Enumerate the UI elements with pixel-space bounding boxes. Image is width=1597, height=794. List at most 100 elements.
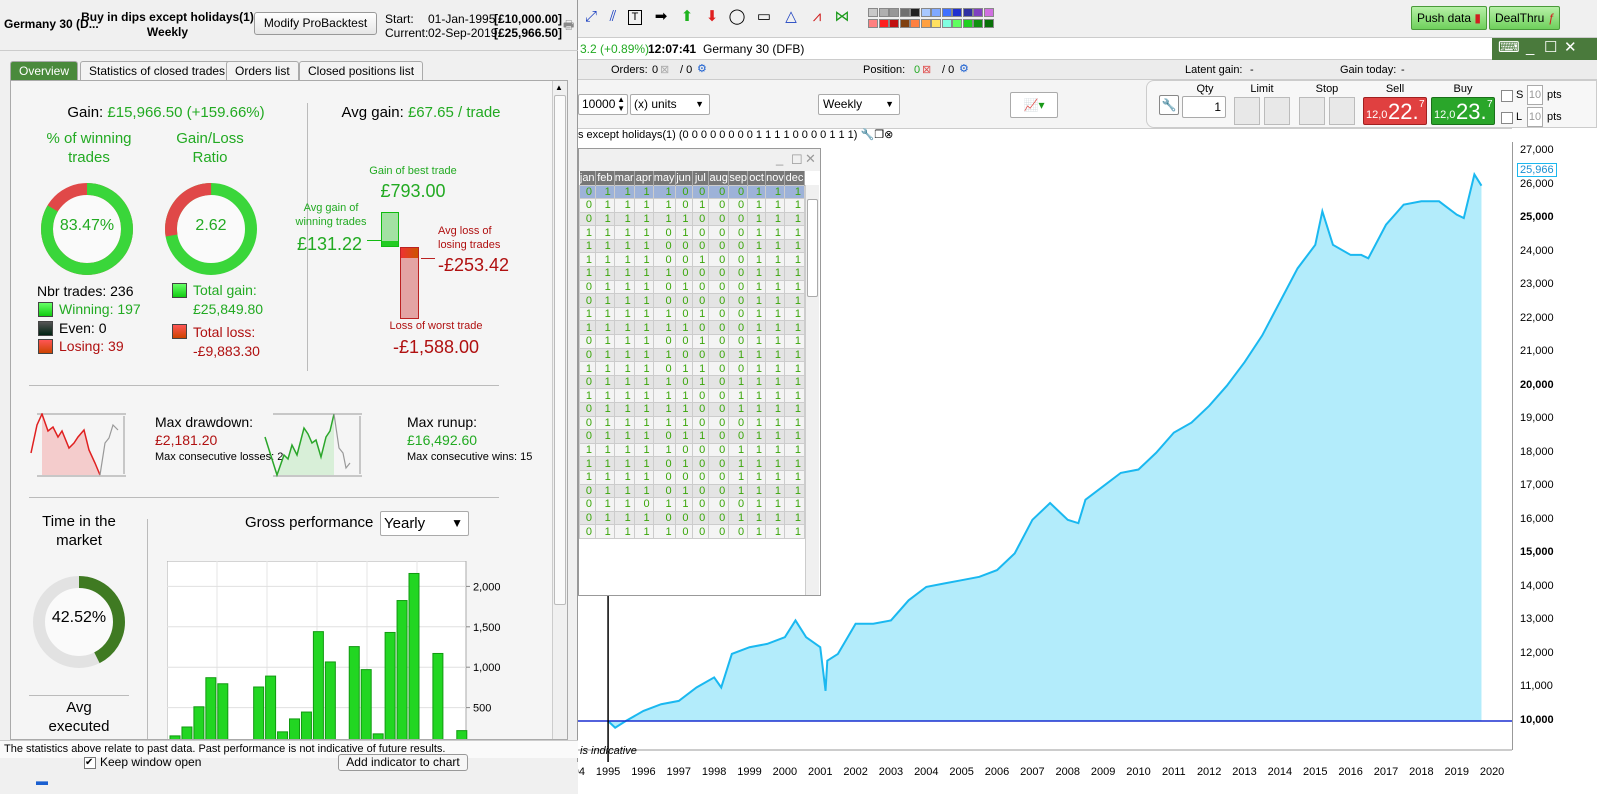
- keep-window-open-checkbox[interactable]: ✔: [84, 757, 96, 769]
- column-header[interactable]: oct: [747, 171, 767, 185]
- table-row[interactable]: 111101100111: [579, 361, 805, 376]
- stop-checkbox[interactable]: [1501, 90, 1513, 102]
- close-position-icon[interactable]: ⊠: [922, 63, 931, 76]
- color-swatch[interactable]: [868, 19, 878, 28]
- table-row[interactable]: 111101000111: [579, 225, 805, 240]
- dealthru-button[interactable]: DealThru ƒ: [1489, 6, 1561, 30]
- color-swatch[interactable]: [931, 8, 941, 17]
- table-row[interactable]: 011100001111: [579, 510, 805, 526]
- column-header[interactable]: sep: [728, 171, 749, 185]
- table-row[interactable]: 111110000111: [579, 266, 805, 281]
- maximize-icon[interactable]: ☐: [1544, 38, 1557, 58]
- color-swatch[interactable]: [962, 19, 973, 28]
- gann-fan-icon[interactable]: ⋈: [833, 8, 851, 26]
- table-row[interactable]: 111111000111: [579, 320, 805, 336]
- minimize-icon[interactable]: _: [1526, 38, 1534, 58]
- stop-buy-button[interactable]: [1299, 97, 1325, 125]
- table-row[interactable]: 011101100111: [579, 429, 805, 444]
- table-row[interactable]: 011100100111: [579, 334, 805, 349]
- column-header[interactable]: jun: [675, 171, 693, 185]
- limit-buy-button[interactable]: [1234, 97, 1260, 125]
- table-row[interactable]: 011011000111: [579, 497, 805, 512]
- color-swatch[interactable]: [920, 8, 931, 17]
- settings-wrench-icon[interactable]: 🔧: [861, 129, 875, 141]
- table-scrollbar[interactable]: [805, 185, 819, 595]
- table-row[interactable]: 011101000111: [579, 279, 805, 295]
- color-swatch[interactable]: [952, 19, 962, 28]
- color-swatch[interactable]: [952, 8, 962, 17]
- table-row[interactable]: 111111001111: [579, 388, 805, 403]
- parallel-lines-icon[interactable]: ⫽: [604, 8, 622, 26]
- scroll-up-icon[interactable]: ▲: [555, 83, 563, 92]
- color-swatch[interactable]: [983, 8, 994, 17]
- arrow-up-icon[interactable]: ⬆: [678, 8, 696, 26]
- color-swatch[interactable]: [941, 8, 952, 17]
- maximize-icon[interactable]: ☐: [791, 152, 803, 168]
- tab-orders-list[interactable]: Orders list: [226, 61, 299, 81]
- fibonacci-tool-icon[interactable]: ⩘: [808, 8, 826, 26]
- cancel-orders-icon[interactable]: ⊠: [660, 63, 669, 76]
- color-swatch[interactable]: [878, 8, 889, 17]
- column-header[interactable]: dec: [784, 171, 805, 185]
- color-swatch[interactable]: [878, 19, 889, 28]
- limit-checkbox[interactable]: [1501, 112, 1513, 124]
- table-row[interactable]: 011110000111: [579, 184, 805, 200]
- orders-gear-icon[interactable]: ⚙: [697, 62, 707, 75]
- tab-closed-positions-list[interactable]: Closed positions list: [299, 61, 424, 81]
- tab-overview[interactable]: Overview: [10, 61, 79, 81]
- limit-pts-input[interactable]: 10: [1527, 107, 1543, 127]
- column-header[interactable]: jan: [579, 171, 596, 185]
- quantity-stepper[interactable]: 10000 ▲ ▼: [578, 94, 628, 115]
- remove-indicator-icon[interactable]: ⊗: [884, 129, 893, 141]
- toolbar-icon[interactable]: ▬: [36, 774, 48, 788]
- units-select[interactable]: (x) units ▼: [630, 94, 710, 115]
- overview-scrollbar[interactable]: ▲: [552, 81, 567, 739]
- color-swatch[interactable]: [973, 8, 983, 17]
- color-swatch[interactable]: [889, 19, 899, 28]
- scrollbar-thumb[interactable]: [807, 199, 818, 297]
- color-swatch[interactable]: [868, 8, 878, 17]
- column-header[interactable]: feb: [595, 171, 615, 185]
- wrench-icon[interactable]: 🔧: [1159, 95, 1179, 115]
- table-row[interactable]: 011110100111: [579, 198, 805, 213]
- color-swatch[interactable]: [920, 19, 931, 28]
- column-header[interactable]: apr: [634, 171, 654, 185]
- gross-period-select[interactable]: Yearly ▼: [380, 511, 469, 536]
- arrow-right-icon[interactable]: ➡: [652, 8, 670, 26]
- table-row[interactable]: 111100000111: [579, 238, 805, 254]
- limit-sell-button[interactable]: [1264, 97, 1290, 125]
- timeframe-select[interactable]: Weekly ▼: [818, 94, 900, 115]
- minimize-icon[interactable]: _: [776, 151, 783, 166]
- buy-button[interactable]: 12,0 23. 7: [1431, 97, 1495, 125]
- close-icon[interactable]: ✕: [1564, 38, 1577, 58]
- table-row[interactable]: 111100001111: [579, 469, 805, 485]
- table-row[interactable]: 011111000111: [579, 415, 805, 431]
- table-row[interactable]: 011110000111: [579, 524, 805, 539]
- position-gear-icon[interactable]: ⚙: [959, 62, 969, 75]
- stop-sell-button[interactable]: [1329, 97, 1355, 125]
- modify-probacktest-button[interactable]: Modify ProBacktest: [254, 12, 377, 35]
- stop-pts-input[interactable]: 10: [1527, 85, 1543, 105]
- ellipse-tool-icon[interactable]: ◯: [728, 8, 746, 26]
- rectangle-tool-icon[interactable]: ▭: [755, 8, 773, 26]
- table-row[interactable]: 011100000111: [579, 293, 805, 308]
- keyboard-icon[interactable]: ⌨: [1498, 38, 1520, 58]
- color-swatch[interactable]: [962, 8, 973, 17]
- table-row[interactable]: 011110001111: [579, 347, 805, 363]
- color-swatch[interactable]: [899, 8, 910, 17]
- table-row[interactable]: 111110100111: [579, 306, 805, 322]
- color-swatch[interactable]: [910, 19, 920, 28]
- column-header[interactable]: jul: [692, 171, 710, 185]
- stepper-arrows-icon[interactable]: ▲ ▼: [617, 95, 625, 113]
- line-tool-icon[interactable]: ⤢: [582, 8, 600, 26]
- color-swatch[interactable]: [931, 19, 941, 28]
- table-row[interactable]: 011101001111: [579, 483, 805, 499]
- color-swatch[interactable]: [889, 8, 899, 17]
- triangle-tool-icon[interactable]: △: [782, 8, 800, 26]
- table-row[interactable]: 111100100111: [579, 252, 805, 268]
- table-row[interactable]: 111101001111: [579, 456, 805, 471]
- detach-window-icon[interactable]: ❐: [874, 129, 884, 141]
- color-swatch[interactable]: [899, 19, 910, 28]
- color-swatch[interactable]: [973, 19, 983, 28]
- print-icon[interactable]: 🖶: [563, 16, 574, 37]
